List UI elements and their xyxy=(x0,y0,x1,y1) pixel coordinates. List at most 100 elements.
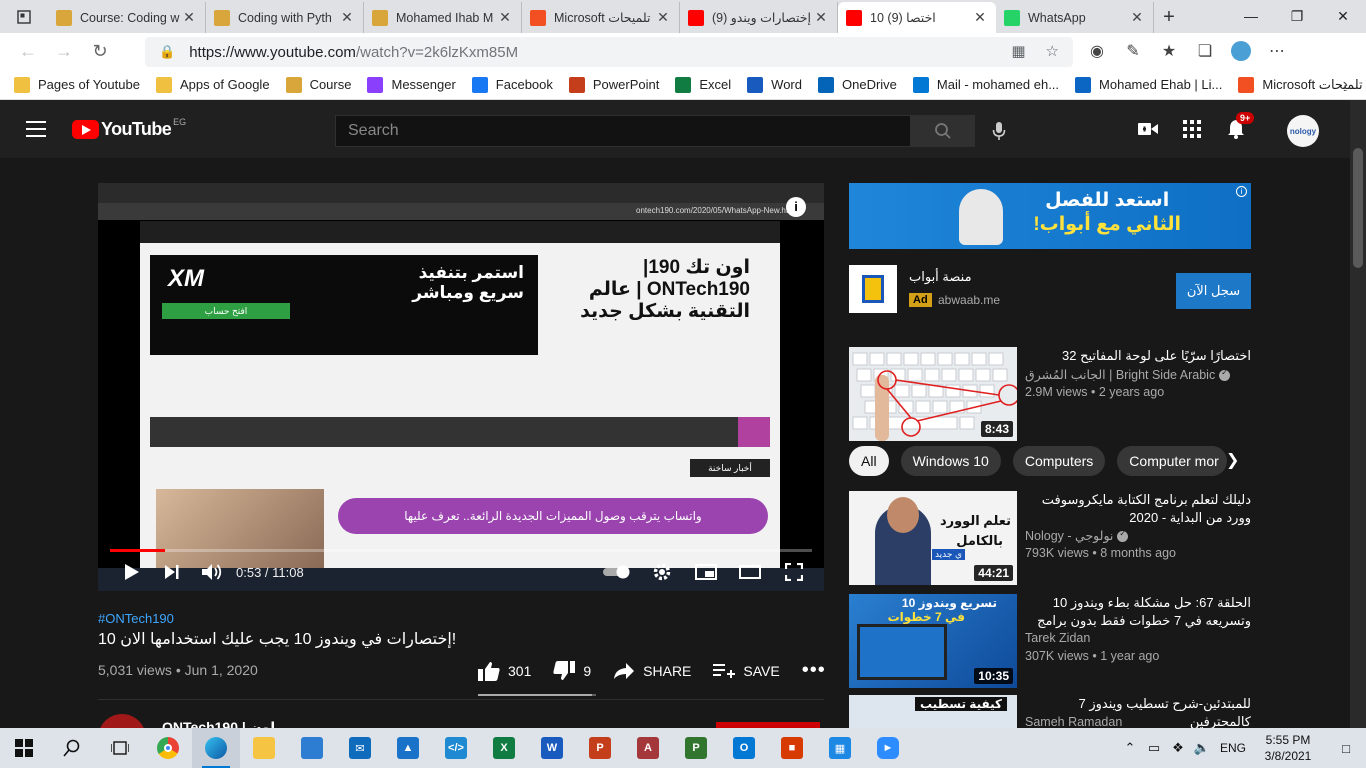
youtube-logo[interactable]: YouTube EG xyxy=(72,117,186,140)
recommendation-item[interactable]: تسريع ويندوز 10 في 7 خطوات 10:35 الحلقة … xyxy=(849,594,1251,688)
browser-tab[interactable]: 10 اختصا (9) ✕ xyxy=(838,2,996,33)
search-button[interactable] xyxy=(910,115,975,147)
scrollbar-thumb[interactable] xyxy=(1353,148,1363,268)
like-button[interactable]: 301 xyxy=(478,661,531,681)
bookmark-item[interactable]: Course xyxy=(285,76,351,93)
calendar-taskbar-icon[interactable]: ▦ xyxy=(816,728,864,768)
excel-taskbar-icon[interactable]: X xyxy=(480,728,528,768)
profile-icon[interactable] xyxy=(1229,37,1253,65)
access-taskbar-icon[interactable]: A xyxy=(624,728,672,768)
battery-icon[interactable]: ▭ xyxy=(1142,740,1166,756)
task-view-icon[interactable] xyxy=(96,728,144,768)
bookmarks-more-icon[interactable]: › xyxy=(1343,76,1348,94)
create-video-icon[interactable] xyxy=(1136,116,1160,142)
video-hashtag[interactable]: #ONTech190 xyxy=(98,611,174,626)
notifications-bell-icon[interactable]: 9+ xyxy=(1224,112,1255,142)
account-avatar[interactable]: nology xyxy=(1287,115,1319,147)
close-window-button[interactable]: ✕ xyxy=(1320,0,1366,32)
word-taskbar-icon[interactable]: W xyxy=(528,728,576,768)
speaker-icon[interactable]: 🔈 xyxy=(1190,740,1214,756)
powerpoint-taskbar-icon[interactable]: P xyxy=(576,728,624,768)
new-tab-button[interactable]: + xyxy=(1154,2,1184,33)
pen-extension-icon[interactable]: ✎ xyxy=(1121,37,1145,65)
taskbar-search-icon[interactable] xyxy=(48,728,96,768)
dislike-button[interactable]: 9 xyxy=(553,660,591,681)
clock[interactable]: 5:55 PM 3/8/2021 xyxy=(1250,732,1326,764)
incognito-extension-icon[interactable]: ◉ xyxy=(1085,37,1109,65)
ad-signup-button[interactable]: سجل الآن xyxy=(1176,273,1251,309)
start-button[interactable] xyxy=(0,728,48,768)
reload-button[interactable]: ↻ xyxy=(82,37,118,67)
autoplay-toggle[interactable] xyxy=(598,557,638,587)
browser-tab[interactable]: (9) إختصارات ويندو ✕ xyxy=(680,2,838,33)
chips-next-arrow-icon[interactable]: ❯ xyxy=(1226,450,1239,470)
chip-computers[interactable]: Computers xyxy=(1012,446,1106,476)
ad-info-icon[interactable]: i xyxy=(1236,186,1247,197)
zoom-taskbar-icon[interactable]: ► xyxy=(864,728,912,768)
back-button[interactable]: ← xyxy=(10,37,46,67)
ad-banner[interactable]: استعد للفصل الثاني مع أبواب! i xyxy=(849,183,1251,249)
volume-icon[interactable] xyxy=(192,557,232,587)
minimize-button[interactable]: — xyxy=(1228,0,1274,32)
bookmark-item[interactable]: Facebook xyxy=(471,76,553,93)
bookmark-item[interactable]: Apps of Google xyxy=(155,76,270,93)
page-scrollbar[interactable] xyxy=(1350,100,1366,728)
recommendation-thumbnail[interactable]: تسريع ويندوز 10 في 7 خطوات 10:35 xyxy=(849,594,1017,688)
file-explorer-taskbar-icon[interactable] xyxy=(240,728,288,768)
miniplayer-icon[interactable] xyxy=(686,557,726,587)
edge-taskbar-icon[interactable] xyxy=(192,728,240,768)
browser-tab[interactable]: Coding with Pyth ✕ xyxy=(206,2,364,33)
chip-all[interactable]: All xyxy=(849,446,889,476)
notification-center-icon[interactable]: □ xyxy=(1326,741,1366,756)
bookmark-item[interactable]: Mail - mohamed eh... xyxy=(912,76,1059,93)
bookmark-item[interactable]: Mohamed Ehab | Li... xyxy=(1075,76,1222,93)
chip-windows-10[interactable]: Windows 10 xyxy=(900,446,1001,476)
maximize-button[interactable]: ❐ xyxy=(1274,0,1320,32)
tray-overflow-icon[interactable]: ⌃ xyxy=(1118,740,1142,756)
chip-computer-more[interactable]: Computer mor xyxy=(1117,446,1228,476)
browser-tab[interactable]: Microsoft تلميحات ✕ xyxy=(522,2,680,33)
bookmark-item[interactable]: Word xyxy=(747,76,802,93)
tab-close-icon[interactable]: ✕ xyxy=(972,9,988,26)
favorites-icon[interactable]: ★ xyxy=(1157,37,1181,65)
tab-close-icon[interactable]: ✕ xyxy=(181,9,197,26)
tab-actions-icon[interactable] xyxy=(0,0,48,33)
voice-search-icon[interactable] xyxy=(985,117,1013,145)
browser-tab[interactable]: WhatsApp ✕ xyxy=(996,2,1154,33)
tab-close-icon[interactable]: ✕ xyxy=(655,9,671,26)
input-language[interactable]: ENG xyxy=(1220,741,1246,755)
tab-close-icon[interactable]: ✕ xyxy=(813,9,829,26)
search-input[interactable]: Search xyxy=(335,115,911,147)
share-button[interactable]: SHARE xyxy=(613,662,691,680)
apps-available-icon[interactable]: ▦ xyxy=(1011,42,1025,60)
channel-avatar[interactable] xyxy=(98,714,146,728)
tab-close-icon[interactable]: ✕ xyxy=(1129,9,1145,26)
recommendation-thumbnail[interactable]: تعلم الوورد بالكامل ي جديد 44:21 xyxy=(849,491,1017,585)
bookmark-item[interactable]: PowerPoint xyxy=(568,76,659,93)
recommendation-item[interactable]: كيفية تسطيب للمبتدئين-شرح تسطيب ويندوز 7… xyxy=(849,695,1251,728)
recommendation-thumbnail[interactable]: 8:43 xyxy=(849,347,1017,441)
save-button[interactable]: SAVE xyxy=(713,663,780,679)
bookmark-item[interactable]: OneDrive xyxy=(818,76,897,93)
ad-advertiser-logo[interactable] xyxy=(849,265,897,313)
favorite-star-icon[interactable]: ☆ xyxy=(1046,42,1059,60)
office-taskbar-icon[interactable]: ■ xyxy=(768,728,816,768)
video-player[interactable]: ontech190.com/2020/05/WhatsApp-New.html … xyxy=(98,183,824,591)
tab-close-icon[interactable]: ✕ xyxy=(339,9,355,26)
ad-advertiser-name[interactable]: منصة أبواب xyxy=(909,269,972,285)
bookmark-item[interactable]: Excel xyxy=(675,76,731,93)
fullscreen-icon[interactable] xyxy=(774,557,814,587)
recommendation-item[interactable]: 8:43 اختصارًا سرّيًا على لوحة المفاتيح 3… xyxy=(849,347,1251,441)
theater-mode-icon[interactable] xyxy=(730,557,770,587)
bookmark-item[interactable]: Pages of Youtube xyxy=(14,76,140,93)
more-actions-icon[interactable]: ••• xyxy=(802,659,826,682)
collections-icon[interactable]: ❏ xyxy=(1193,37,1217,65)
browser-tab[interactable]: Mohamed Ihab M ✕ xyxy=(364,2,522,33)
mail-taskbar-icon[interactable]: ✉ xyxy=(336,728,384,768)
settings-gear-icon[interactable] xyxy=(642,557,682,587)
tab-close-icon[interactable]: ✕ xyxy=(497,9,513,26)
bookmark-item[interactable]: Messenger xyxy=(367,76,456,93)
forward-button[interactable]: → xyxy=(46,37,82,67)
store-taskbar-icon[interactable] xyxy=(288,728,336,768)
chrome-taskbar-icon[interactable] xyxy=(144,728,192,768)
